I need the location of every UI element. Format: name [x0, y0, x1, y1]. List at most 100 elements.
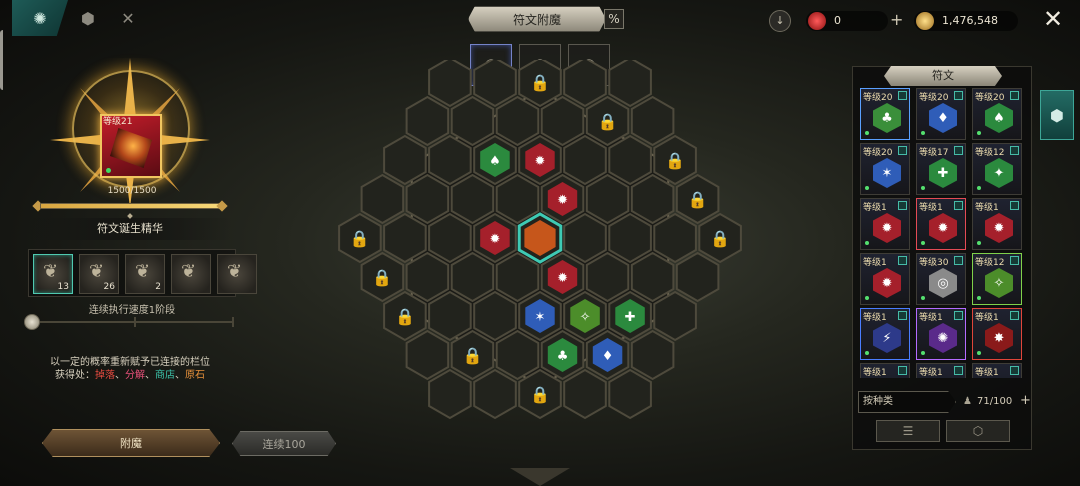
continuous-enchant-button[interactable]: 连续100 — [232, 431, 336, 456]
lock-toggle-icon[interactable] — [898, 366, 907, 375]
source-ore[interactable]: 原石 — [185, 370, 205, 381]
lock-toggle-icon[interactable] — [954, 201, 963, 210]
source-drop[interactable]: 掉落 — [95, 370, 115, 381]
tab-tools[interactable]: ✕ — [112, 4, 144, 32]
lock-toggle-icon[interactable] — [1010, 91, 1019, 100]
lock-toggle-icon[interactable] — [954, 311, 963, 320]
status-dot — [865, 186, 869, 190]
lock-toggle-icon[interactable] — [898, 146, 907, 155]
empty-socket[interactable] — [405, 329, 450, 381]
scroll-handle[interactable] — [0, 30, 6, 90]
lock-toggle-icon[interactable] — [898, 256, 907, 265]
rune-card[interactable]: 等级1✶ — [916, 363, 966, 378]
empty-socket[interactable] — [428, 60, 472, 108]
rune-glyph: ✹ — [535, 154, 546, 169]
lock-toggle-icon[interactable] — [954, 256, 963, 265]
lock-toggle-icon[interactable] — [1010, 366, 1019, 375]
material-slot[interactable]: ❦ — [217, 254, 257, 294]
status-dot — [106, 168, 111, 173]
rune-card[interactable]: 等级17 ✚ — [916, 143, 966, 195]
rune-level: 等级20 — [863, 148, 893, 158]
rune-symbol-icon: ✧ — [985, 268, 1013, 298]
lock-icon: 🔒 — [530, 385, 550, 404]
lock-toggle-icon[interactable] — [1010, 201, 1019, 210]
empty-socket[interactable] — [473, 368, 517, 420]
lock-toggle-icon[interactable] — [954, 366, 963, 375]
status-dot — [977, 241, 981, 245]
page-title: 符文附魔 — [468, 6, 606, 32]
sort-dropdown[interactable]: 按种类 — [858, 391, 956, 413]
crossed-tools-icon: ✕ — [121, 8, 135, 28]
side-tab[interactable]: ⬢ — [1040, 90, 1074, 140]
material-slot[interactable]: ❦ 26 — [79, 254, 119, 294]
lock-toggle-icon[interactable] — [954, 91, 963, 100]
empty-socket[interactable] — [630, 95, 675, 147]
lock-icon: 🔒 — [462, 346, 482, 365]
rune-card[interactable]: 等级20 ♣ — [860, 88, 910, 140]
rune-card[interactable]: 等级1 ✹ — [972, 198, 1022, 250]
lock-toggle-icon[interactable] — [954, 146, 963, 155]
enchant-button[interactable]: 附魔 — [42, 429, 220, 457]
rune-card[interactable]: 等级1 ✹ — [860, 253, 910, 305]
empty-socket[interactable] — [608, 60, 652, 108]
material-slot[interactable]: ❦ — [171, 254, 211, 294]
lock-toggle-icon[interactable] — [1010, 256, 1019, 265]
empty-socket[interactable] — [428, 368, 472, 420]
add-currency-button[interactable]: + — [890, 10, 903, 29]
gold-coin-icon — [916, 12, 934, 30]
material-slot[interactable]: ❦ 2 — [125, 254, 165, 294]
sources-line: 获得处：掉落、分解、商店、原石 — [20, 366, 240, 381]
empty-socket[interactable] — [608, 368, 652, 420]
rune-fragment-icon: ❦ — [89, 261, 105, 282]
source-shop[interactable]: 商店 — [155, 370, 175, 381]
rune-card[interactable]: 等级20 ✶ — [860, 143, 910, 195]
material-slot[interactable]: ❦ 13 — [33, 254, 73, 294]
rune-symbol-icon: ♦ — [929, 103, 957, 133]
speed-slider-knob[interactable] — [24, 314, 40, 330]
rune-card[interactable]: 等级12 ✦ — [972, 143, 1022, 195]
empty-socket[interactable] — [630, 329, 675, 381]
rune-card[interactable]: 等级1 ✹ — [860, 198, 910, 250]
rune-card[interactable]: 等级12 ✧ — [972, 253, 1022, 305]
tab-hexagon[interactable]: ⬢ — [72, 4, 104, 32]
rune-card[interactable]: 等级1✶ — [860, 363, 910, 378]
rune-card[interactable]: 等级30 ◎ — [916, 253, 966, 305]
rune-card[interactable]: 等级20 ♠ — [972, 88, 1022, 140]
empty-socket[interactable] — [563, 368, 607, 420]
empty-socket[interactable] — [360, 173, 405, 225]
empty-socket[interactable] — [405, 95, 450, 147]
source-dismantle[interactable]: 分解 — [125, 370, 145, 381]
lock-toggle-icon[interactable] — [898, 311, 907, 320]
rune-card[interactable]: 等级1 ✸ — [972, 308, 1022, 360]
empty-socket[interactable] — [473, 60, 517, 108]
core-socket[interactable] — [517, 212, 563, 264]
rune-card[interactable]: 等级1 ⚡ — [860, 308, 910, 360]
material-qty: 26 — [103, 282, 115, 292]
rune-card[interactable]: 等级20 ♦ — [916, 88, 966, 140]
rune-grid: 等级20 ♣ 等级20 ♦ 等级20 ♠ 等级20 ✶ 等级17 ✚ 等级12 ✦ 等级1 ✹ 等级1 ✹ 等级… — [858, 88, 1028, 378]
close-button[interactable]: ✕ — [1043, 6, 1063, 32]
locked-socket[interactable]: 🔒 — [675, 173, 720, 225]
hexagon-icon: ⬢ — [81, 8, 95, 28]
bulk-select-button[interactable]: ☰ — [876, 420, 940, 442]
speed-slider[interactable] — [24, 314, 236, 330]
rune-card[interactable]: 等级1✶ — [972, 363, 1022, 378]
collection-button[interactable]: ⬡ — [946, 420, 1010, 442]
lock-toggle-icon[interactable] — [898, 201, 907, 210]
rune-card[interactable]: 等级1 ✹ — [916, 198, 966, 250]
tab-runes[interactable]: ✺ — [12, 0, 68, 36]
locked-socket[interactable]: 🔒 — [698, 212, 742, 264]
probability-button[interactable]: % — [604, 9, 624, 29]
download-arrow-icon[interactable]: ↓ — [769, 10, 791, 32]
locked-socket[interactable]: 🔒 — [338, 212, 382, 264]
lock-toggle-icon[interactable] — [1010, 146, 1019, 155]
lock-icon: 🔒 — [530, 73, 550, 92]
expand-capacity-button[interactable]: + — [1020, 393, 1031, 408]
lock-toggle-icon[interactable] — [898, 91, 907, 100]
locked-socket[interactable]: 🔒 — [360, 251, 405, 303]
rune-card[interactable]: 等级1 ✺ — [916, 308, 966, 360]
empty-socket[interactable] — [675, 251, 720, 303]
lock-toggle-icon[interactable] — [1010, 311, 1019, 320]
empty-socket[interactable] — [563, 60, 607, 108]
red-gem-counter: 0 — [806, 11, 888, 31]
